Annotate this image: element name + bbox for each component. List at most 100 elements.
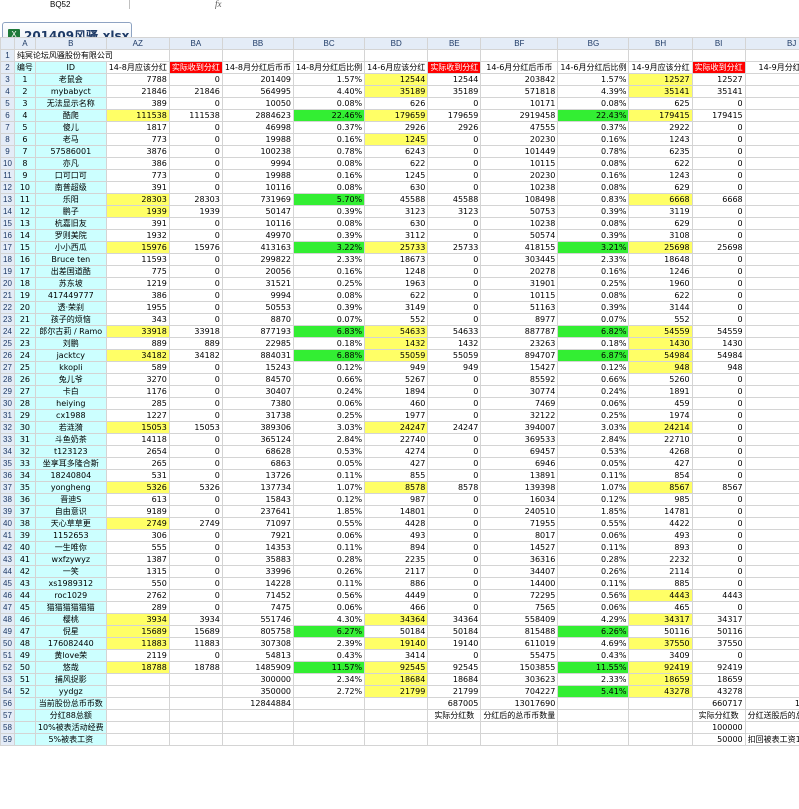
data-cell[interactable]: 552 — [628, 313, 693, 326]
data-cell[interactable]: 8578 — [364, 481, 429, 494]
member-id[interactable]: 1152653 — [34, 529, 107, 542]
data-cell[interactable]: 805758 — [221, 625, 295, 638]
data-cell[interactable]: 92545 — [364, 661, 429, 674]
data-cell[interactable]: 39056 — [744, 553, 799, 566]
data-cell[interactable]: 2.84% — [557, 433, 630, 446]
data-cell[interactable]: 25698 — [628, 241, 693, 254]
member-number[interactable]: 30 — [13, 421, 36, 434]
row-header-30[interactable]: 30 — [0, 397, 15, 410]
data-cell[interactable]: 1.07% — [292, 481, 366, 494]
data-cell[interactable]: 10808 — [744, 97, 799, 110]
member-number[interactable]: 7 — [13, 145, 36, 158]
data-cell[interactable]: 299822 — [221, 253, 295, 266]
data-cell[interactable]: 775 — [105, 265, 170, 278]
data-cell[interactable]: 12544 — [427, 73, 482, 86]
data-cell[interactable]: 6243 — [364, 145, 429, 158]
data-cell[interactable]: 0.11% — [292, 541, 366, 554]
data-cell[interactable]: 50116 — [691, 625, 746, 638]
data-cell[interactable]: 622 — [628, 289, 693, 302]
data-cell[interactable]: 0.08% — [557, 289, 630, 302]
data-cell[interactable]: 0 — [168, 601, 223, 614]
data-cell[interactable]: 0 — [168, 73, 223, 86]
data-cell[interactable]: 32122 — [480, 409, 559, 422]
data-cell[interactable]: 0.28% — [292, 553, 366, 566]
member-id[interactable]: 悠哉 — [34, 661, 107, 674]
row-header-48[interactable]: 48 — [0, 613, 15, 626]
data-cell[interactable]: 55059 — [427, 349, 482, 362]
data-cell[interactable]: 219224 — [744, 73, 799, 86]
member-number[interactable]: 43 — [13, 577, 36, 590]
data-cell[interactable]: 0 — [691, 409, 746, 422]
data-cell[interactable]: 0 — [691, 541, 746, 554]
data-cell[interactable]: 14400 — [480, 577, 559, 590]
data-cell[interactable]: 0.16% — [292, 265, 366, 278]
data-cell[interactable]: 0.06% — [557, 397, 630, 410]
data-cell[interactable]: 562221 — [744, 349, 799, 362]
data-cell[interactable]: 34309 — [744, 277, 799, 290]
data-cell[interactable]: 0 — [427, 133, 482, 146]
data-cell[interactable]: 0.16% — [292, 133, 366, 146]
data-cell[interactable]: 394007 — [480, 421, 559, 434]
row-header-9[interactable]: 9 — [0, 145, 15, 158]
data-cell[interactable]: 15976 — [168, 241, 223, 254]
summary-cell[interactable]: 12844884 — [221, 697, 295, 710]
select-all-corner[interactable] — [0, 37, 15, 50]
data-cell[interactable]: 1955 — [105, 301, 170, 314]
data-cell[interactable]: 0.39% — [292, 205, 366, 218]
data-cell[interactable]: 1.57% — [292, 73, 366, 86]
data-cell[interactable]: 0 — [427, 397, 482, 410]
column-header-BB[interactable]: BB — [221, 37, 295, 50]
data-cell[interactable]: 0 — [691, 505, 746, 518]
data-cell[interactable]: 0 — [168, 157, 223, 170]
member-number[interactable]: 29 — [13, 409, 36, 422]
empty-cell[interactable] — [13, 697, 36, 710]
data-cell[interactable]: 33918 — [168, 325, 223, 338]
data-cell[interactable]: 71097 — [221, 517, 295, 530]
data-cell[interactable]: 54633 — [427, 325, 482, 338]
member-number[interactable]: 21 — [13, 313, 36, 326]
data-cell[interactable]: 0 — [691, 145, 746, 158]
data-cell[interactable]: 77750 — [744, 589, 799, 602]
data-cell[interactable]: 13726 — [221, 469, 295, 482]
data-cell[interactable]: 2749 — [105, 517, 170, 530]
member-number[interactable]: 48 — [13, 637, 36, 650]
data-cell[interactable]: 0.16% — [557, 169, 630, 182]
member-number[interactable]: 49 — [13, 649, 36, 662]
data-cell[interactable]: 25733 — [427, 241, 482, 254]
data-cell[interactable]: 0 — [427, 229, 482, 242]
data-cell[interactable]: 0 — [427, 265, 482, 278]
summary-cell[interactable]: 687005 — [427, 697, 482, 710]
note-cell[interactable]: 扣回被表工资15000. — [744, 733, 799, 746]
row-header-21[interactable]: 21 — [0, 289, 15, 302]
data-cell[interactable]: 1245 — [364, 169, 429, 182]
member-number[interactable]: 2 — [13, 85, 36, 98]
empty-cell[interactable] — [557, 709, 630, 722]
member-id[interactable]: 老马 — [34, 133, 107, 146]
data-cell[interactable]: 552 — [364, 313, 429, 326]
empty-cell[interactable] — [221, 49, 295, 62]
data-cell[interactable]: 0 — [168, 121, 223, 134]
data-cell[interactable]: 15976 — [105, 241, 170, 254]
row-header-25[interactable]: 25 — [0, 337, 15, 350]
data-cell[interactable]: 25018 — [744, 337, 799, 350]
row-header-58[interactable]: 58 — [0, 721, 15, 734]
data-cell[interactable]: 550 — [105, 577, 170, 590]
data-cell[interactable]: 240510 — [480, 505, 559, 518]
summary-cell[interactable]: 660717 — [691, 697, 746, 710]
data-cell[interactable]: 43278 — [691, 685, 746, 698]
member-id[interactable]: 若涟漪 — [34, 421, 107, 434]
data-cell[interactable]: 350000 — [221, 685, 295, 698]
data-cell[interactable]: 3.03% — [557, 421, 630, 434]
data-cell[interactable]: 111538 — [168, 109, 223, 122]
member-id[interactable]: 黄love荣 — [34, 649, 107, 662]
data-cell[interactable]: 28303 — [168, 193, 223, 206]
data-cell[interactable]: 4.30% — [292, 613, 366, 626]
data-cell[interactable]: 855 — [364, 469, 429, 482]
row-header-38[interactable]: 38 — [0, 493, 15, 506]
data-cell[interactable]: 4443 — [691, 589, 746, 602]
row-header-37[interactable]: 37 — [0, 481, 15, 494]
data-cell[interactable]: 139398 — [480, 481, 559, 494]
data-cell[interactable]: 0 — [427, 589, 482, 602]
column-header-BH[interactable]: BH — [628, 37, 693, 50]
data-cell[interactable]: 0 — [691, 121, 746, 134]
